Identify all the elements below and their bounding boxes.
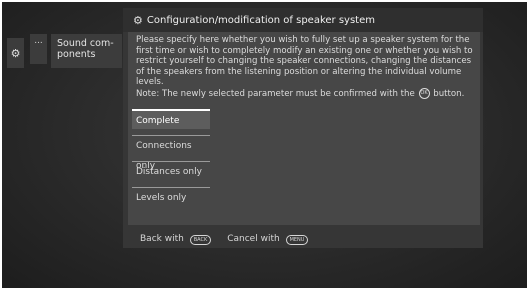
cancel-hint: Cancel with MENU [227, 234, 309, 245]
speaker-settings-icon: ⚙ [133, 13, 143, 27]
dialog-title: Configuration/modification of speaker sy… [146, 14, 375, 26]
screen: ⚙ ... Sound com- ponents ⚙ Configuration… [2, 2, 527, 288]
option-label: Complete [136, 116, 180, 126]
back-hint: Back with BACK [140, 234, 212, 245]
description-text: Please specify here whether you wish to … [136, 35, 476, 99]
option-levels-only[interactable]: Levels only [132, 187, 210, 207]
option-label: Distances only [136, 167, 202, 177]
sound-components-crumb[interactable]: Sound com- ponents [51, 34, 122, 68]
dialog-titlebar: ⚙ Configuration/modification of speaker … [123, 8, 483, 32]
option-connections-only[interactable]: Connections only [132, 135, 210, 171]
speaker-config-dialog: ⚙ Configuration/modification of speaker … [123, 8, 483, 248]
more-crumb[interactable]: ... [30, 34, 47, 64]
option-distances-only[interactable]: Distances only [132, 161, 210, 181]
ok-button-icon: OK [418, 87, 430, 99]
note-suffix: button. [433, 88, 465, 99]
dialog-footer: Back with BACK Cancel with MENU [140, 234, 309, 245]
settings-crumb[interactable]: ⚙ [7, 38, 24, 68]
note-prefix: Note: The newly selected parameter must … [136, 88, 415, 99]
cancel-label: Cancel with [227, 234, 280, 244]
option-complete[interactable]: Complete [132, 109, 210, 129]
gear-icon: ⚙ [10, 46, 21, 60]
menu-key-icon: MENU [285, 235, 309, 245]
sound-components-label: Sound com- ponents [57, 38, 114, 60]
dialog-panel: Please specify here whether you wish to … [128, 32, 480, 225]
back-key-icon: BACK [189, 235, 212, 245]
back-label: Back with [140, 234, 184, 244]
more-label: ... [34, 36, 43, 46]
option-label: Levels only [136, 193, 187, 203]
description-main: Please specify here whether you wish to … [136, 35, 473, 87]
